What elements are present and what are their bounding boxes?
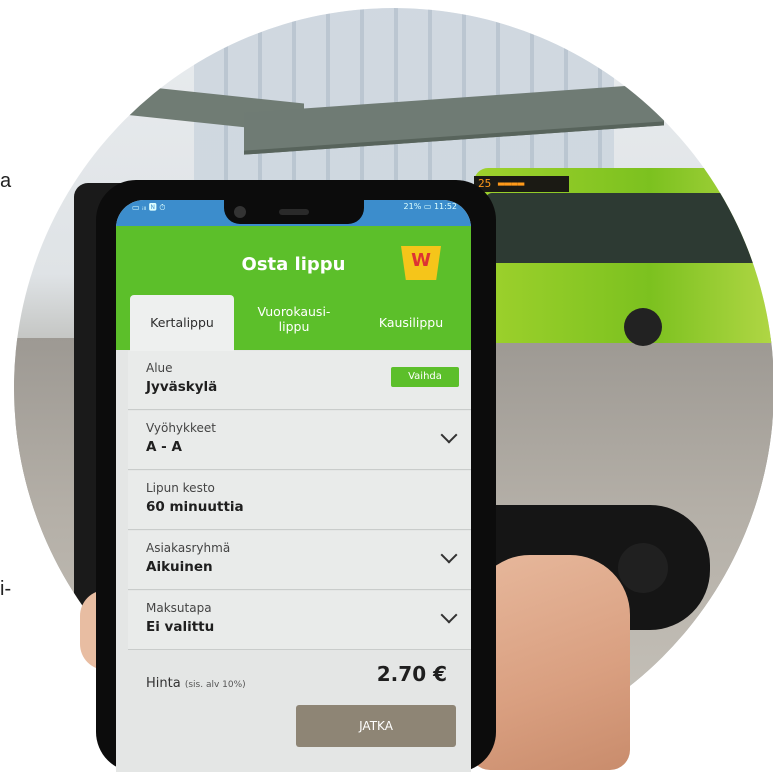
status-icons-left: ▭ ᵢₗₗ 🅽 ⏱ [132,203,166,212]
tab-kertalippu[interactable]: Kertalippu [130,295,234,351]
row-maksutapa[interactable]: Maksutapa Ei valittu [128,591,471,650]
row-label: Alue [146,361,173,375]
row-value: A - A [146,439,182,455]
bus-destination-sign: 25 ▬▬▬▬ [474,176,569,192]
cropped-text-a: a [0,170,12,192]
tab-vuorokausilippu[interactable]: Vuorokausi- lippu [240,295,348,351]
bus-wheel [624,308,662,346]
ticket-tabs: Kertalippu Vuorokausi- lippu Kausilippu [116,295,471,351]
phone-notch [224,200,364,224]
row-value: Ei valittu [146,619,215,635]
row-label: Lipun kesto [146,481,215,495]
row-alue: Alue Jyväskylä Vaihda [128,351,471,410]
row-value: Jyväskylä [146,379,218,395]
row-label: Maksutapa [146,601,212,615]
change-area-button[interactable]: Vaihda [391,367,459,387]
tab-kausilippu[interactable]: Kausilippu [356,295,466,351]
row-label: Asiakasryhmä [146,541,231,555]
status-icons-right: 21% ▭ 11:52 [403,202,457,211]
bus-window [486,193,773,263]
flap-clasp [618,543,668,593]
phone-screen: ▭ ᵢₗₗ 🅽 ⏱ 21% ▭ 11:52 Osta lippu W Kerta… [116,200,471,772]
row-value: 60 minuuttia [146,499,244,515]
waltti-logo-icon: W [401,246,441,280]
green-bus: 25 ▬▬▬▬ [474,168,773,346]
camera-icon [234,206,246,218]
vat-note: (sis. alv 10%) [184,680,246,690]
row-label: Vyöhykkeet [146,421,216,435]
price-label: Hinta (sis. alv 10%) [146,676,246,691]
continue-button[interactable]: JATKA [296,705,456,747]
row-asiakasryhma[interactable]: Asiakasryhmä Aikuinen [128,531,471,590]
row-lipun-kesto: Lipun kesto 60 minuuttia [128,471,471,530]
row-value: Aikuinen [146,559,213,575]
chevron-down-icon [440,546,458,564]
cropped-text-i: i- [0,578,12,600]
price-value: 2.70 € [376,662,447,686]
row-vyohykkeet[interactable]: Vyöhykkeet A - A [128,411,471,470]
chevron-down-icon [440,606,458,624]
chevron-down-icon [440,426,458,444]
speaker-icon [279,209,309,215]
